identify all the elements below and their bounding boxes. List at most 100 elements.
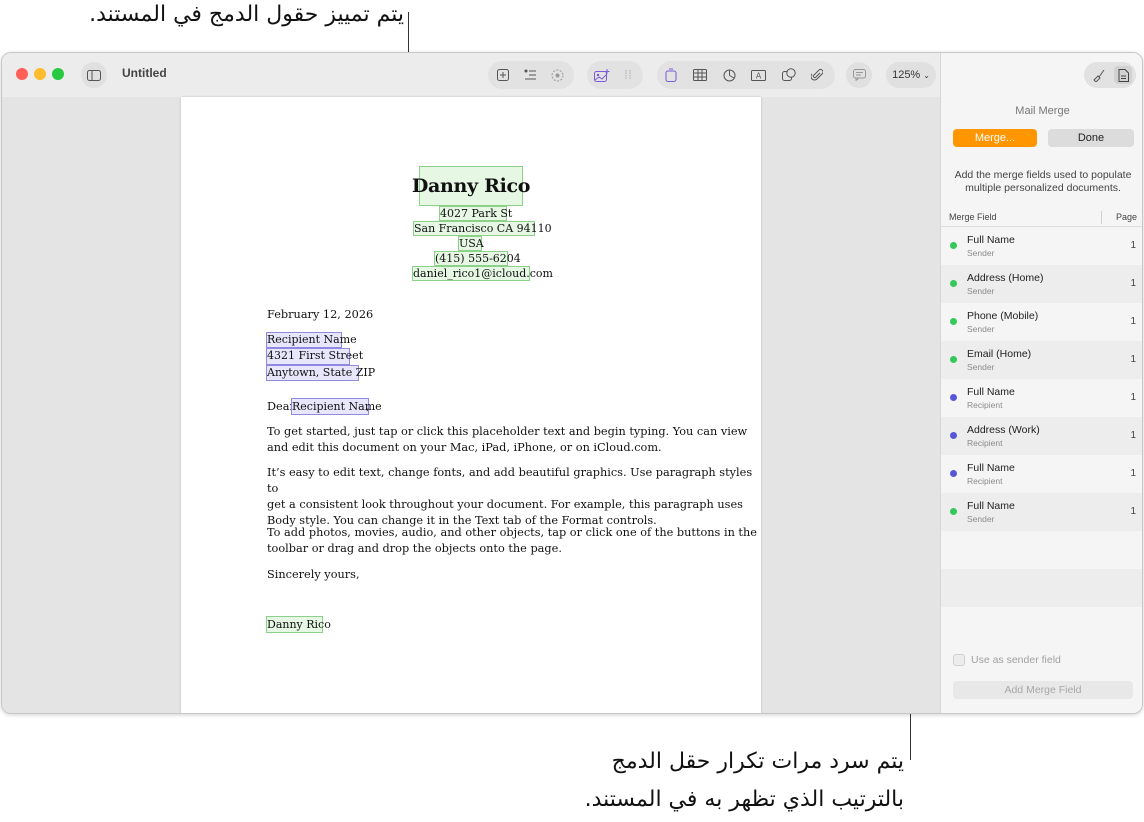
callout-bottom-line2: بالترتيب الذي تظهر به في المستند. [584, 787, 904, 812]
column-header-field: Merge Field [949, 212, 997, 222]
callout-bottom-line1: يتم سرد مرات تكرار حقل الدمج [611, 749, 904, 774]
shape-icon[interactable] [780, 66, 798, 84]
merge-field-sender-country[interactable]: USA [458, 236, 484, 251]
letter-date: February 12, 2026 [267, 308, 374, 321]
format-brush-icon[interactable] [1089, 66, 1107, 84]
merge-field-salutation-name[interactable]: Recipient Name [291, 398, 382, 415]
merge-field-sender-email[interactable]: daniel_rico1@icloud.com [412, 266, 553, 281]
sidebar-description: Add the merge fields used to populate mu… [954, 169, 1132, 194]
merge-field-row[interactable]: Address (Home) Sender 1 [941, 265, 1142, 303]
merge-field-name: Email (Home) [967, 348, 1032, 360]
toolbar: Untitled ⁞⁞ A 125% ⌄ [2, 53, 940, 97]
attachment-icon[interactable] [808, 66, 826, 84]
status-dot-icon [950, 508, 957, 515]
document-icon[interactable] [1114, 66, 1132, 84]
merge-field-name: Full Name [967, 386, 1015, 398]
merge-field-name: Phone (Mobile) [967, 310, 1039, 322]
close-window-button[interactable] [16, 68, 28, 80]
add-page-icon[interactable] [494, 66, 512, 84]
merge-field-page: 1 [1130, 430, 1136, 441]
merge-field-sender-street[interactable]: 4027 Park St [439, 206, 512, 221]
merge-field-page: 1 [1130, 506, 1136, 517]
merge-field-page: 1 [1130, 240, 1136, 251]
merge-field-recipient-street[interactable]: 4321 First Street [266, 348, 363, 365]
merge-field-page: 1 [1130, 354, 1136, 365]
merge-field-row[interactable]: Full Name Recipient 1 [941, 455, 1142, 493]
mail-merge-sidebar: Mail Merge Merge... Done Add the merge f… [940, 53, 1142, 713]
merge-field-row[interactable]: Full Name Recipient 1 [941, 379, 1142, 417]
done-button[interactable]: Done [1048, 129, 1134, 147]
merge-field-type: Sender [967, 514, 995, 524]
status-dot-icon [950, 432, 957, 439]
status-dot-icon [950, 470, 957, 477]
document-canvas: Danny Rico 4027 Park St San Francisco CA… [2, 97, 940, 713]
zoom-value: 125% [892, 69, 921, 81]
column-header-page: Page [1115, 212, 1137, 222]
merge-field-list-header: Merge Field Page [941, 209, 1142, 227]
merge-field-row[interactable]: Phone (Mobile) Sender 1 [941, 303, 1142, 341]
merge-field-name: Full Name [967, 500, 1015, 512]
merge-field-name: Address (Home) [967, 272, 1044, 284]
sidebar-toggle-icon [87, 69, 101, 81]
merge-field-type: Sender [967, 286, 995, 296]
table-icon[interactable] [691, 66, 709, 84]
grid-icon[interactable]: ⁞⁞ [619, 66, 637, 84]
collaborate-icon[interactable] [548, 66, 566, 84]
merge-field-recipient-city[interactable]: Anytown, State ZIP [266, 365, 375, 381]
callout-top: يتم تمييز حقول الدمج في المستند. [89, 2, 404, 27]
status-dot-icon [950, 242, 957, 249]
merge-field-name: Full Name [967, 234, 1015, 246]
merge-field-type: Sender [967, 362, 995, 372]
text-box-icon[interactable] [662, 66, 680, 84]
document-title: Untitled [122, 66, 167, 80]
merge-field-type: Sender [967, 324, 995, 334]
list-stripe [941, 569, 1142, 607]
status-dot-icon [950, 356, 957, 363]
sidebar-title: Mail Merge [1015, 105, 1070, 117]
comment-icon [852, 69, 866, 81]
paragraph-1: To get started, just tap or click this p… [267, 425, 748, 454]
merge-field-sender-city[interactable]: San Francisco CA 94110 [413, 221, 552, 236]
merge-field-sender-name[interactable]: Danny Rico [412, 166, 530, 206]
merge-field-page: 1 [1130, 316, 1136, 327]
svg-text:A: A [755, 71, 761, 80]
merge-field-sender-phone[interactable]: (415) 555-6204 [434, 251, 521, 266]
status-dot-icon [950, 318, 957, 325]
merge-field-recipient-name[interactable]: Recipient Name [266, 332, 357, 348]
chart-icon[interactable] [720, 66, 738, 84]
merge-field-type: Sender [967, 248, 995, 258]
merge-field-type: Recipient [967, 438, 1003, 448]
add-merge-field-button[interactable]: Add Merge Field [953, 681, 1133, 699]
insert-list-icon[interactable] [521, 66, 539, 84]
media-icon[interactable] [593, 66, 611, 84]
status-dot-icon [950, 280, 957, 287]
merge-field-row[interactable]: Email (Home) Sender 1 [941, 341, 1142, 379]
merge-field-row[interactable]: Full Name Sender 1 [941, 227, 1142, 265]
use-as-sender-label: Use as sender field [971, 654, 1061, 666]
use-as-sender-checkbox[interactable] [953, 654, 965, 666]
callout-bottom: يتم سرد مرات تكرار حقل الدمج بالترتيب ال… [585, 743, 904, 819]
chevron-down-icon: ⌄ [923, 70, 930, 80]
maximize-window-button[interactable] [52, 68, 64, 80]
merge-field-name: Address (Work) [967, 424, 1040, 436]
merge-field-page: 1 [1130, 392, 1136, 403]
column-divider [1101, 211, 1102, 224]
shape-text-icon[interactable]: A [749, 66, 767, 84]
sidebar-toggle-button[interactable] [81, 62, 107, 88]
merge-field-type: Recipient [967, 400, 1003, 410]
comment-button[interactable] [846, 62, 872, 88]
merge-field-row[interactable]: Address (Work) Recipient 1 [941, 417, 1142, 455]
merge-field-name: Full Name [967, 462, 1015, 474]
merge-button[interactable]: Merge... [953, 129, 1037, 147]
status-dot-icon [950, 394, 957, 401]
merge-field-page: 1 [1130, 468, 1136, 479]
minimize-window-button[interactable] [34, 68, 46, 80]
zoom-menu[interactable]: 125% ⌄ [886, 62, 936, 88]
paragraph-3: To add photos, movies, audio, and other … [267, 526, 757, 555]
merge-field-type: Recipient [967, 476, 1003, 486]
paragraph-2: It’s easy to edit text, change fonts, an… [267, 466, 753, 527]
merge-field-row[interactable]: Full Name Sender 1 [941, 493, 1142, 531]
merge-field-signature[interactable]: Danny Rico [266, 616, 331, 633]
salutation-comma: , [366, 400, 370, 413]
document-page[interactable]: Danny Rico 4027 Park St San Francisco CA… [181, 97, 761, 713]
